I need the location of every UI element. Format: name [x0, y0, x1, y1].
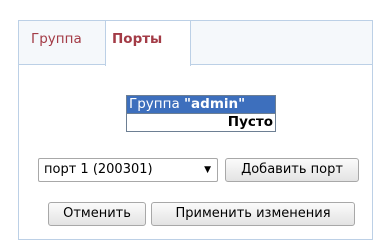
chevron-down-icon: ▼	[204, 165, 211, 175]
group-empty-label: Пусто	[127, 114, 275, 131]
tab-ports[interactable]: Порты	[105, 21, 191, 66]
port-select-value: порт 1 (200301)	[44, 162, 153, 177]
group-header: Группа "admin"	[127, 96, 275, 114]
group-table: Группа "admin" Пусто	[126, 95, 276, 132]
tab-group[interactable]: Группа	[31, 31, 82, 48]
port-select[interactable]: порт 1 (200301) ▼	[38, 158, 218, 182]
tab-bar: Группа Порты	[19, 21, 372, 66]
cancel-button[interactable]: Отменить	[48, 202, 146, 226]
group-name: "admin"	[184, 96, 246, 112]
add-port-button[interactable]: Добавить порт	[225, 158, 359, 182]
apply-changes-button[interactable]: Применить изменения	[151, 202, 355, 226]
group-label: Группа	[129, 96, 180, 112]
